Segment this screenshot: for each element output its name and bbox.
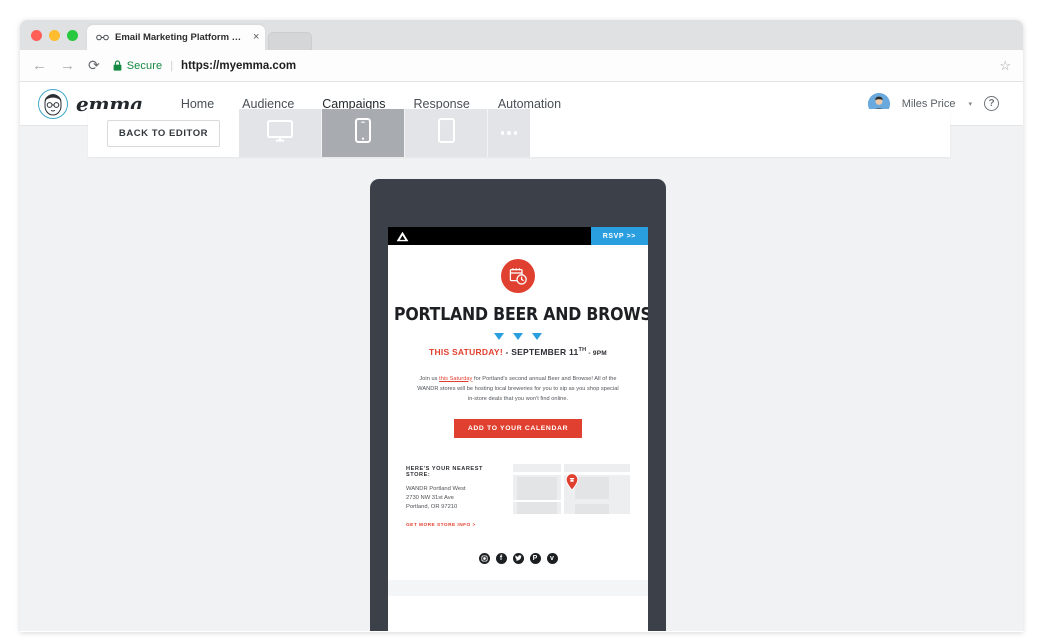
add-to-calendar-button[interactable]: ADD TO YOUR CALENDAR	[453, 418, 583, 438]
minimize-window-button[interactable]	[49, 30, 60, 41]
user-name-label[interactable]: Miles Price	[902, 98, 956, 110]
get-more-store-info-link[interactable]: GET MORE STORE INFO >	[406, 523, 476, 528]
new-tab-button[interactable]	[268, 32, 313, 50]
device-preview-tabs	[239, 109, 530, 157]
map-road	[561, 463, 564, 514]
url-text: https://myemma.com	[181, 59, 297, 72]
map-block	[575, 476, 609, 499]
glasses-favicon	[96, 33, 109, 42]
maximize-window-button[interactable]	[67, 30, 78, 41]
preview-toolbar: BACK TO EDITOR	[88, 109, 950, 157]
rsvp-button[interactable]: RSVP >>	[590, 227, 648, 245]
paragraph-before-link: Join us	[419, 375, 440, 382]
close-window-button[interactable]	[31, 30, 42, 41]
store-city-state-zip: Portland, OR 97210	[406, 504, 458, 511]
dateline-time: - 9PM	[586, 349, 607, 357]
omnibox-separator: |	[170, 59, 174, 72]
twitter-icon[interactable]	[512, 552, 524, 564]
emma-avatar-logo	[38, 88, 68, 119]
desktop-monitor-icon	[267, 119, 293, 147]
forward-icon[interactable]: →	[60, 58, 75, 73]
phone-screen: RSVP >> PORTLAND BEER AND BROWSE THIS SA…	[388, 227, 648, 631]
window-controls	[20, 30, 87, 50]
address-bar[interactable]: Secure | https://myemma.com	[113, 55, 987, 77]
reload-icon[interactable]: ⟳	[88, 57, 100, 74]
chevron-down-icon[interactable]: ▾	[968, 100, 972, 108]
browser-tab[interactable]: Email Marketing Platform and ×	[87, 25, 266, 50]
dateline-highlight: THIS SATURDAY!	[429, 346, 503, 357]
email-header-bar: RSVP >>	[388, 227, 648, 245]
mobile-preview-frame: RSVP >> PORTLAND BEER AND BROWSE THIS SA…	[370, 179, 666, 631]
email-body: PORTLAND BEER AND BROWSE THIS SATURDAY! …	[388, 245, 648, 596]
wandr-mountain-logo	[396, 231, 409, 242]
browser-toolbar: ← → ⟳ Secure | https://myemma.com ☆	[20, 50, 1023, 82]
lock-icon	[113, 60, 122, 71]
email-headline: PORTLAND BEER AND BROWSE	[394, 305, 648, 325]
back-to-editor-button[interactable]: BACK TO EDITOR	[106, 119, 221, 147]
browser-window: Email Marketing Platform and × ← → ⟳ Sec…	[20, 20, 1023, 632]
vimeo-icon[interactable]: v	[546, 552, 558, 564]
mobile-phone-icon	[355, 118, 371, 148]
store-map[interactable]	[513, 463, 630, 514]
triangle-divider	[388, 332, 648, 340]
instagram-icon[interactable]	[478, 552, 490, 564]
social-links-row: f P v	[388, 531, 648, 580]
help-icon[interactable]: ?	[984, 96, 999, 111]
email-footer-strip	[388, 579, 648, 596]
dateline-date: - SEPTEMBER 11	[502, 346, 579, 357]
ellipsis-icon	[500, 131, 518, 135]
store-name: WANDR Portland West	[406, 485, 466, 492]
map-block	[575, 503, 609, 514]
pinterest-icon[interactable]: P	[529, 552, 541, 564]
email-paragraph: Join us this Saturday for Portland's sec…	[388, 357, 648, 405]
tab-title: Email Marketing Platform and	[115, 32, 243, 43]
triangle-icon	[532, 332, 542, 340]
map-road	[513, 499, 561, 502]
more-options-button[interactable]	[488, 109, 530, 157]
tablet-icon	[437, 118, 455, 148]
device-tab-tablet[interactable]	[405, 109, 488, 157]
calendar-clock-badge	[501, 259, 535, 293]
store-street: 2730 NW 31st Ave	[406, 494, 454, 501]
map-location-pin	[565, 472, 578, 491]
facebook-icon[interactable]: f	[495, 552, 507, 564]
store-section-title: HERE'S YOUR NEAREST STORE:	[406, 465, 483, 478]
back-icon[interactable]: ←	[32, 58, 47, 73]
this-saturday-link[interactable]: this Saturday	[439, 376, 472, 382]
back-to-editor-zone: BACK TO EDITOR	[88, 109, 239, 157]
app-viewport: emma Home Audience Campaigns Response Au…	[20, 82, 1023, 631]
bookmark-star-icon[interactable]: ☆	[999, 58, 1011, 74]
email-dateline: THIS SATURDAY! - SEPTEMBER 11TH - 9PM	[388, 347, 648, 357]
toolbar-empty-space	[530, 109, 950, 157]
phone-bezel-top	[370, 179, 666, 227]
triangle-icon	[494, 332, 504, 340]
store-info: HERE'S YOUR NEAREST STORE: WANDR Portlan…	[406, 464, 501, 531]
browser-tabstrip: Email Marketing Platform and ×	[20, 20, 1023, 50]
device-tab-desktop[interactable]	[239, 109, 322, 157]
device-tab-mobile[interactable]	[322, 109, 405, 157]
triangle-icon	[513, 332, 523, 340]
map-block	[517, 476, 557, 514]
close-tab-icon[interactable]: ×	[249, 32, 259, 43]
secure-label: Secure	[126, 59, 163, 72]
nearest-store-section: HERE'S YOUR NEAREST STORE: WANDR Portlan…	[388, 438, 648, 531]
